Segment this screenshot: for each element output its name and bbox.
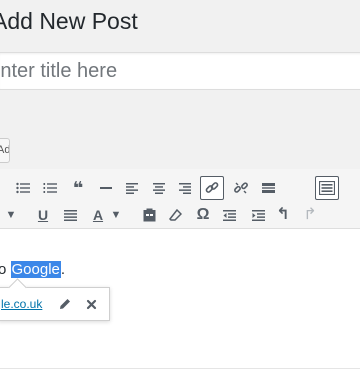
paste-as-text-button[interactable] [138,204,160,226]
editor-content[interactable]: o Google. [0,261,65,278]
insert-link-icon [205,182,219,193]
align-left-icon [126,182,138,194]
content-text-after: . [60,261,66,278]
clear-formatting-button[interactable] [164,204,186,226]
omega-icon: Ω [196,206,210,223]
read-more-button[interactable] [257,177,279,199]
outdent-button[interactable] [218,204,240,226]
add-media-button[interactable]: Add Media [0,138,10,163]
insert-link-button[interactable] [200,176,224,200]
remove-link-tooltip-button[interactable] [81,294,101,314]
post-title-input[interactable]: Enter title here [0,52,360,90]
align-center-button[interactable] [148,177,170,199]
clipboard-icon [143,208,155,222]
align-right-icon [179,182,191,194]
align-center-icon [153,182,165,194]
pencil-icon [60,299,70,309]
outdent-icon [222,209,236,221]
chevron-down-icon: ▼ [110,208,122,221]
link-tooltip: le.co.uk [0,278,110,321]
blockquote-icon: ❝ [72,178,84,198]
underline-button[interactable]: U [32,204,54,226]
toolbar-toggle-button[interactable] [315,176,339,200]
selected-link-text[interactable]: Google [10,261,61,278]
editor-toolbar: ❝ ▼ U A ▼ Ω ↰ ↱ [0,169,360,229]
text-color-icon: A [92,207,104,223]
bulleted-list-icon [16,182,30,194]
undo-icon: ↰ [276,206,290,223]
horizontal-line-icon [100,187,112,189]
close-icon [86,299,96,309]
remove-link-button[interactable] [230,177,252,199]
numbered-list-button[interactable] [39,177,61,199]
indent-icon [251,209,265,221]
align-right-button[interactable] [174,177,196,199]
indent-button[interactable] [247,204,269,226]
page-title: Add New Post [0,8,138,34]
post-title-placeholder: Enter title here [0,60,118,82]
remove-link-icon [234,182,248,194]
undo-button[interactable]: ↰ [272,204,294,226]
redo-icon: ↱ [303,206,317,223]
bulleted-list-button[interactable] [12,177,34,199]
format-dropdown-arrow[interactable]: ▼ [0,204,22,226]
special-character-button[interactable]: Ω [192,204,214,226]
horizontal-line-button[interactable] [95,177,117,199]
align-left-button[interactable] [121,177,143,199]
edit-link-button[interactable] [55,294,75,314]
text-color-dropdown[interactable]: ▼ [108,204,124,226]
numbered-list-icon [43,183,57,193]
toolbar-toggle-icon [319,181,335,195]
add-media-label: Add Media [0,144,10,156]
content-text-before: o [0,261,7,278]
justify-icon [63,209,77,221]
eraser-icon [168,208,182,221]
redo-button[interactable]: ↱ [299,204,321,226]
text-color-button[interactable]: A [87,204,109,226]
read-more-icon [261,183,275,193]
link-url[interactable]: le.co.uk [1,297,42,311]
blockquote-button[interactable]: ❝ [67,177,89,199]
underline-icon: U [37,207,49,223]
chevron-down-icon: ▼ [5,208,17,221]
justify-button[interactable] [59,204,81,226]
